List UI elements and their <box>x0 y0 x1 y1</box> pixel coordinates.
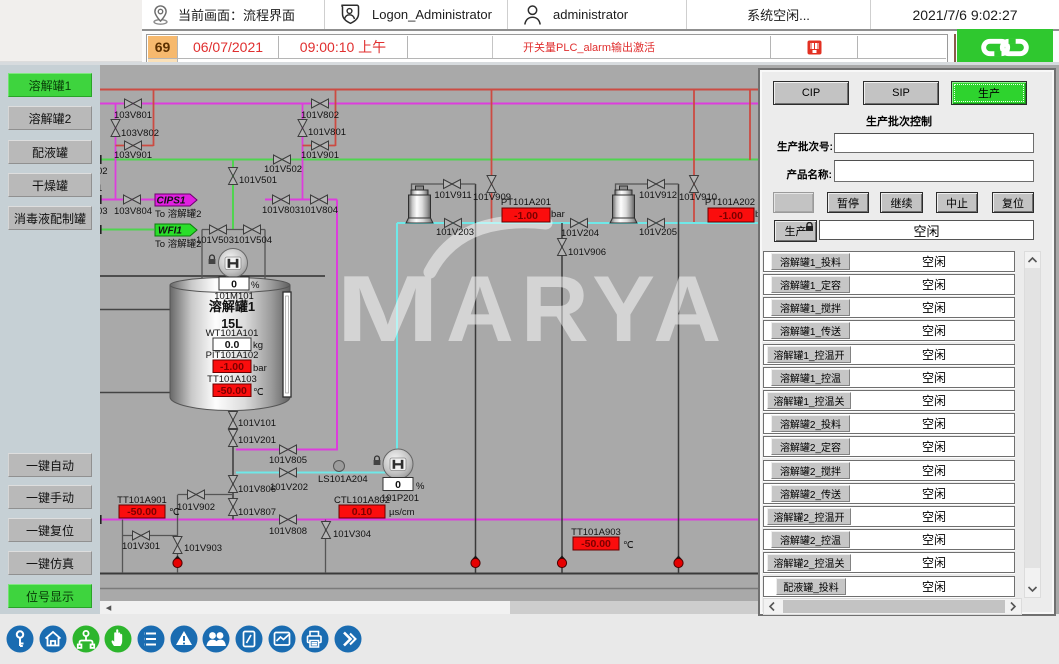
svg-text:103V804: 103V804 <box>114 206 152 217</box>
svg-text:101V502: 101V502 <box>264 164 302 175</box>
svg-text:101M101: 101M101 <box>214 291 254 302</box>
svg-text:ARYA: ARYA <box>446 256 728 361</box>
svg-text:101V806: 101V806 <box>238 484 276 495</box>
svg-text:℃: ℃ <box>169 507 180 518</box>
svg-text:TT101A903: TT101A903 <box>571 527 621 538</box>
svg-text:1: 1 <box>100 183 102 194</box>
svg-text:To 溶解罐2: To 溶解罐2 <box>155 238 201 250</box>
svg-text:-1.00: -1.00 <box>220 361 244 373</box>
svg-text:-50.00: -50.00 <box>217 385 247 397</box>
svg-text:℃: ℃ <box>623 540 634 551</box>
svg-text:101V501: 101V501 <box>239 175 277 186</box>
svg-text:bar: bar <box>253 363 267 374</box>
svg-text:-1.00: -1.00 <box>719 210 743 222</box>
svg-text:03: 03 <box>100 206 108 217</box>
svg-text:101V903: 101V903 <box>184 543 222 554</box>
svg-text:101V301: 101V301 <box>122 541 160 552</box>
svg-text:CTL101A802: CTL101A802 <box>334 495 390 506</box>
svg-text:103V801: 103V801 <box>114 110 152 121</box>
svg-text:PT101A201: PT101A201 <box>501 197 551 208</box>
svg-text:101V203: 101V203 <box>436 227 474 238</box>
svg-text:bar: bar <box>551 209 565 220</box>
svg-text:WT101A101: WT101A101 <box>206 328 259 339</box>
svg-text:101V803: 101V803 <box>262 205 300 216</box>
svg-text:101V205: 101V205 <box>639 227 677 238</box>
svg-text:-50.00: -50.00 <box>127 506 157 518</box>
svg-text:101V805: 101V805 <box>269 455 307 466</box>
svg-text:101V902: 101V902 <box>177 502 215 513</box>
svg-text:TT101A103: TT101A103 <box>207 374 257 385</box>
svg-text:101V912: 101V912 <box>639 190 677 201</box>
svg-text:101V911: 101V911 <box>434 190 471 201</box>
svg-text:0: 0 <box>395 479 401 491</box>
svg-text:PIT101A102: PIT101A102 <box>206 350 259 361</box>
svg-text:-50.00: -50.00 <box>581 538 611 550</box>
svg-text:101V808: 101V808 <box>269 526 307 537</box>
svg-text:To 溶解罐2: To 溶解罐2 <box>155 208 201 220</box>
svg-text:101V304: 101V304 <box>333 529 371 540</box>
svg-text:%: % <box>251 280 260 291</box>
svg-text:101V503101V504: 101V503101V504 <box>196 235 272 246</box>
svg-text:-1.00: -1.00 <box>514 210 538 222</box>
svg-text:101V901: 101V901 <box>301 150 339 161</box>
svg-text:101V201: 101V201 <box>238 435 276 446</box>
svg-text:µs/cm: µs/cm <box>389 507 415 518</box>
svg-text:℃: ℃ <box>253 387 264 398</box>
svg-text:02: 02 <box>100 166 108 177</box>
svg-text:0: 0 <box>231 279 237 291</box>
svg-text:101V807: 101V807 <box>238 507 276 518</box>
svg-text:101V801: 101V801 <box>308 127 346 138</box>
svg-text:101V906: 101V906 <box>568 247 606 258</box>
svg-text:PT101A202: PT101A202 <box>705 197 755 208</box>
svg-text:101V802: 101V802 <box>301 110 339 121</box>
svg-text:101V101: 101V101 <box>238 418 276 429</box>
svg-text:101V804: 101V804 <box>300 205 338 216</box>
svg-text:WFI1: WFI1 <box>158 226 182 237</box>
svg-text:CIPS1: CIPS1 <box>157 196 186 207</box>
svg-text:103V802: 103V802 <box>121 128 159 139</box>
svg-text:%: % <box>416 481 425 492</box>
svg-text:103V901: 103V901 <box>114 150 152 161</box>
svg-text:TT101A901: TT101A901 <box>117 495 167 506</box>
svg-text:101V204: 101V204 <box>561 228 599 239</box>
svg-text:LS101A204: LS101A204 <box>318 474 368 485</box>
svg-text:0.10: 0.10 <box>352 506 373 518</box>
